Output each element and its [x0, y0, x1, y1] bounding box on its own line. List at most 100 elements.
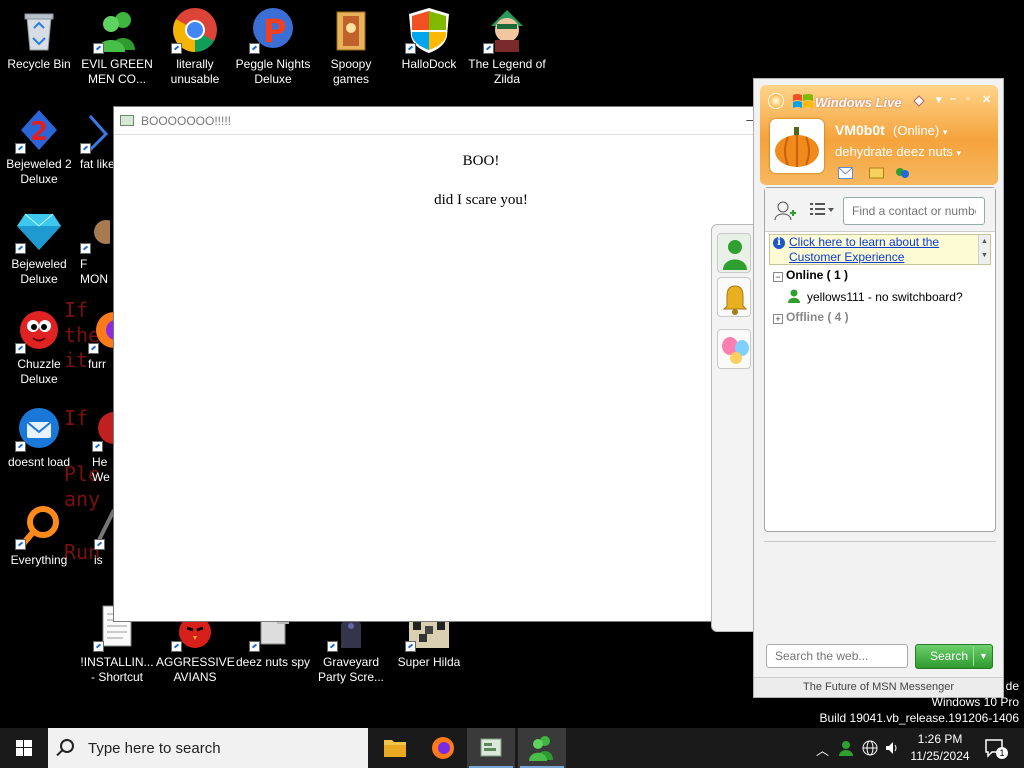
desktop-icon-bejeweled-2[interactable]: 2 Bejeweled 2 Deluxe — [0, 106, 78, 187]
desktop-icon-bejeweled[interactable]: Bejeweled Deluxe — [0, 206, 78, 287]
window-app-icon — [120, 115, 134, 126]
taskbar-clock[interactable]: 1:26 PM 11/25/2024 — [900, 731, 980, 765]
boo-message: did I scare you! — [434, 192, 528, 208]
messenger-status[interactable]: (Online) ▾ — [893, 123, 947, 138]
msn-butterfly-icon[interactable] — [895, 167, 910, 179]
email-icon[interactable] — [838, 167, 853, 179]
svg-text:2: 2 — [30, 117, 48, 147]
paint-bucket-icon[interactable] — [912, 93, 926, 110]
taskbar-firefox[interactable] — [419, 728, 467, 768]
desktop-icon-literally-unusable[interactable]: literally unusable — [156, 6, 234, 87]
shortcut-arrow-icon — [405, 641, 416, 652]
firefox-icon — [88, 306, 132, 354]
bejeweled-2-icon: 2 — [15, 106, 63, 154]
clock-time: 1:26 PM — [917, 732, 963, 746]
messenger-tray-icon[interactable] — [838, 740, 854, 756]
network-globe-icon[interactable] — [862, 740, 878, 756]
folder-icon — [327, 6, 375, 54]
desktop-icon-label: AGGRESSIVE AVIANS — [156, 655, 235, 684]
shortcut-arrow-icon — [80, 143, 91, 154]
show-hidden-icons-chevron[interactable]: ︿ — [816, 740, 829, 759]
desktop-icon-hallodock[interactable]: HalloDock — [390, 6, 468, 72]
taskbar-boo-window[interactable] — [467, 728, 515, 768]
info-scrollbar[interactable]: ▲ ▼ — [978, 235, 990, 264]
avatar[interactable] — [770, 119, 824, 173]
status-text: (Online) — [893, 123, 940, 138]
spaces-icon[interactable] — [869, 167, 884, 179]
window-minimize-button[interactable]: – — [950, 93, 956, 105]
group-online[interactable]: − Online ( 1 ) — [773, 268, 848, 282]
window-close-button[interactable]: ✕ — [982, 93, 991, 106]
messenger-orb-icon[interactable] — [768, 93, 784, 109]
volume-icon[interactable] — [884, 740, 900, 756]
personal-message[interactable]: dehydrate deez nuts ▾ — [835, 144, 961, 159]
desktop-icon-label: !INSTALLIN... - Shortcut — [80, 655, 154, 684]
chuzzle-icon — [15, 306, 63, 354]
taskbar: Type here to search ︿ 1:26 PM 11/25/2024… — [0, 728, 1024, 768]
shortcut-arrow-icon — [405, 43, 416, 54]
menu-dropdown-icon[interactable]: ▾ — [936, 93, 942, 106]
messenger-brand: Windows Live — [815, 95, 902, 110]
windows-watermark: de Windows 10 Pro Build 19041.vb_release… — [820, 678, 1020, 726]
customer-experience-info-bar: i Click here to learn about the Customer… — [769, 234, 991, 265]
desktop-icon-label: is — [94, 553, 103, 567]
desktop-icon-label: Recycle Bin — [7, 57, 71, 71]
boo-window-titlebar[interactable]: BOOOOOOO!!!!! – — [114, 107, 760, 135]
add-contact-button[interactable] — [773, 200, 797, 227]
desktop-icon-recycle-bin[interactable]: Recycle Bin — [0, 6, 78, 72]
shortcut-arrow-icon — [15, 143, 26, 154]
collapse-icon[interactable]: − — [773, 272, 783, 282]
desktop-icon-spoopy-games[interactable]: Spoopy games — [312, 6, 390, 87]
shortcut-arrow-icon — [15, 441, 26, 452]
contact-item[interactable]: yellows111 - no switchboard? — [787, 289, 963, 304]
shortcut-arrow-icon — [171, 43, 182, 54]
boo-window[interactable]: BOOOOOOO!!!!! – BOO! did I scare you! — [113, 106, 761, 622]
action-center-button[interactable]: 1 — [984, 738, 1008, 760]
info-icon: i — [773, 237, 785, 249]
shortcut-arrow-icon — [15, 539, 26, 550]
customer-experience-link[interactable]: Click here to learn about the Customer E… — [789, 235, 979, 265]
desktop-icon-legend-of-zilda[interactable]: The Legend of Zilda — [468, 6, 546, 87]
shortcut-arrow-icon — [171, 641, 182, 652]
search-dropdown-icon[interactable]: ▼ — [979, 645, 988, 668]
desktop-icon-doesnt-load[interactable]: doesnt load — [0, 404, 78, 470]
web-search-button[interactable]: Search ▼ — [915, 644, 993, 669]
tab-alerts[interactable] — [717, 277, 751, 317]
watermark-line-3: Build 19041.vb_release.191206-1406 — [819, 711, 1020, 725]
messenger-window[interactable]: Windows Live ▾ – ▫ ✕ VM0b0t (Online) ▾ d… — [753, 78, 1004, 698]
taskbar-messenger[interactable] — [518, 728, 566, 768]
view-options-button[interactable] — [809, 201, 835, 224]
shortcut-arrow-icon — [15, 243, 26, 254]
taskbar-search-box[interactable]: Type here to search — [48, 728, 368, 768]
desktop-icon-label: Spoopy games — [330, 57, 372, 86]
messenger-username[interactable]: VM0b0t — [835, 122, 885, 138]
group-offline[interactable]: + Offline ( 4 ) — [773, 310, 849, 324]
tab-contacts[interactable] — [717, 233, 751, 273]
taskbar-file-explorer[interactable] — [371, 728, 419, 768]
desktop-icon-label: EVIL GREEN MEN CO... — [81, 57, 153, 86]
shortcut-arrow-icon — [249, 641, 260, 652]
expand-icon[interactable]: + — [773, 314, 783, 324]
desktop-icon-chuzzle[interactable]: Chuzzle Deluxe — [0, 306, 78, 387]
windows-flag-icon — [793, 94, 813, 108]
desktop-icon-peggle-nights[interactable]: P Peggle Nights Deluxe — [234, 6, 312, 87]
window-app-icon — [480, 738, 502, 757]
desktop-icon-everything[interactable]: Everything — [0, 502, 78, 568]
shortcut-arrow-icon — [93, 641, 104, 652]
tab-fun[interactable] — [717, 329, 751, 369]
pumpkin-icon — [775, 127, 819, 167]
find-contact-input[interactable] — [843, 197, 985, 225]
start-button[interactable] — [0, 728, 48, 768]
web-search-input[interactable] — [766, 644, 908, 668]
desktop-icon-is[interactable]: is — [94, 502, 116, 568]
taskbar-search-placeholder: Type here to search — [88, 739, 221, 757]
shortcut-arrow-icon — [327, 641, 338, 652]
button-separator — [973, 647, 974, 666]
desktop-icon-label: Bejeweled 2 Deluxe — [6, 157, 72, 186]
watermark-line-2: Windows 10 Pro — [931, 695, 1019, 709]
desktop-icon-evil-green-men[interactable]: EVIL GREEN MEN CO... — [78, 6, 156, 87]
app-icon — [80, 106, 110, 154]
desktop-icon-f-mon[interactable]: F MON — [80, 206, 118, 287]
messenger-header: Windows Live ▾ – ▫ ✕ VM0b0t (Online) ▾ d… — [760, 85, 998, 185]
window-maximize-button[interactable]: ▫ — [966, 93, 970, 105]
